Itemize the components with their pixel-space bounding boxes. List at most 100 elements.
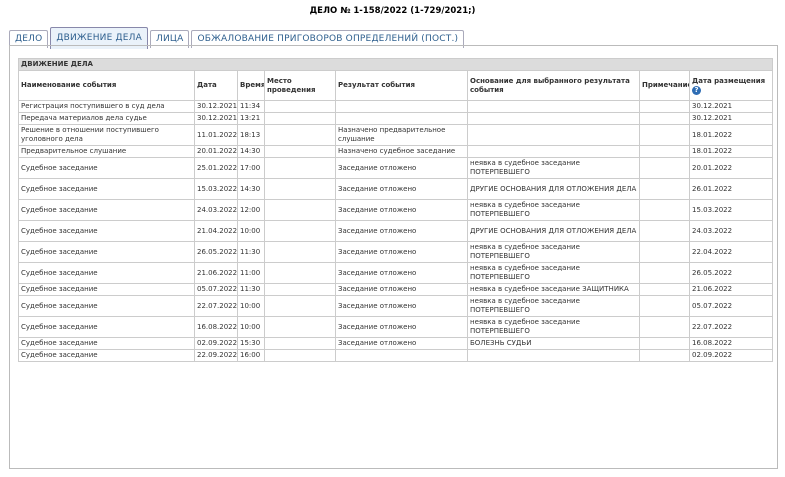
cell-place — [264, 100, 336, 113]
cell-event: Судебное заседание — [18, 349, 195, 362]
cell-event: Передача материалов дела судье — [18, 112, 195, 125]
cell-result: Заседание отложено — [335, 241, 468, 263]
table-row: Решение в отношении поступившего уголовн… — [18, 124, 774, 146]
cell-event: Регистрация поступившего в суд дела — [18, 100, 195, 113]
cell-place — [264, 112, 336, 125]
table-row: Передача материалов дела судье 30.12.2021… — [18, 112, 774, 125]
column-header-time: Время — [237, 70, 265, 101]
cell-place — [264, 124, 336, 146]
cell-date: 25.01.2022 — [194, 157, 238, 179]
cell-result: Заседание отложено — [335, 262, 468, 284]
cell-result — [335, 100, 468, 113]
posted-header-label: Дата размещения — [692, 76, 766, 85]
table-row: Судебное заседание 21.06.2022 11:00 Заседан… — [18, 262, 774, 284]
cell-time: 13:21 — [237, 112, 265, 125]
cell-date: 26.05.2022 — [194, 241, 238, 263]
cell-reason: неявка в судебное заседание ПОТЕРПЕВШЕГО — [467, 316, 640, 338]
cell-result: Заседание отложено — [335, 157, 468, 179]
cell-note — [639, 157, 690, 179]
cell-result: Заседание отложено — [335, 316, 468, 338]
cell-reason — [467, 349, 640, 362]
cell-date: 24.03.2022 — [194, 199, 238, 221]
case-title: ДЕЛО № 1-158/2022 (1-729/2021;) — [309, 6, 476, 16]
cell-note — [639, 220, 690, 242]
column-header-event: Наименование события — [18, 70, 195, 101]
cell-result: Заседание отложено — [335, 178, 468, 200]
cell-time: 15:30 — [237, 337, 265, 350]
cell-place — [264, 178, 336, 200]
cell-note — [639, 178, 690, 200]
cell-event: Судебное заседание — [18, 283, 195, 296]
table-row: Судебное заседание 02.09.2022 15:30 Заседан… — [18, 337, 774, 350]
cell-event: Решение в отношении поступившего уголовн… — [18, 124, 195, 146]
cell-time: 18:13 — [237, 124, 265, 146]
cell-date: 30.12.2021 — [194, 100, 238, 113]
cell-date: 15.03.2022 — [194, 178, 238, 200]
cell-note — [639, 283, 690, 296]
cell-posted: 05.07.2022 — [688, 295, 774, 317]
cell-place — [264, 316, 336, 338]
cell-place — [264, 349, 336, 362]
cell-date: 30.12.2021 — [194, 112, 238, 125]
cell-posted: 20.01.2022 — [688, 157, 774, 179]
cell-reason: неявка в судебное заседание ПОТЕРПЕВШЕГО — [467, 295, 640, 317]
cell-place — [264, 241, 336, 263]
case-movement-table: ДВИЖЕНИЕ ДЕЛА Наименование события Дата … — [17, 58, 774, 362]
table-row: Судебное заседание 16.08.2022 10:00 Заседан… — [18, 316, 774, 338]
column-header-result: Результат события — [335, 70, 468, 101]
cell-note — [639, 145, 690, 158]
cell-time: 17:00 — [237, 157, 265, 179]
cell-reason: неявка в судебное заседание ПОТЕРПЕВШЕГО — [467, 241, 640, 263]
table-row: Судебное заседание 21.04.2022 10:00 Заседан… — [18, 220, 774, 242]
cell-reason — [467, 145, 640, 158]
cell-reason: неявка в судебное заседание ПОТЕРПЕВШЕГО — [467, 157, 640, 179]
section-header-row: ДВИЖЕНИЕ ДЕЛА — [17, 58, 774, 71]
column-header-reason: Основание для выбранного результата собы… — [467, 70, 640, 101]
cell-event: Судебное заседание — [18, 316, 195, 338]
cell-posted: 30.12.2021 — [688, 112, 774, 125]
table-row: Судебное заседание 05.07.2022 11:30 Заседан… — [18, 283, 774, 296]
case-movement-panel: ДВИЖЕНИЕ ДЕЛА Наименование события Дата … — [9, 45, 778, 469]
cell-posted: 26.01.2022 — [688, 178, 774, 200]
cell-event: Судебное заседание — [18, 220, 195, 242]
cell-time: 11:30 — [237, 241, 265, 263]
cell-date: 16.08.2022 — [194, 316, 238, 338]
column-header-posted: Дата размещения? — [688, 70, 774, 101]
table-row: Судебное заседание 22.07.2022 10:00 Заседан… — [18, 295, 774, 317]
cell-date: 11.01.2022 — [194, 124, 238, 146]
cell-event: Судебное заседание — [18, 199, 195, 221]
cell-event: Судебное заседание — [18, 157, 195, 179]
cell-reason: ДРУГИЕ ОСНОВАНИЯ ДЛЯ ОТЛОЖЕНИЯ ДЕЛА — [467, 178, 640, 200]
cell-posted: 02.09.2022 — [688, 349, 774, 362]
cell-date: 21.04.2022 — [194, 220, 238, 242]
table-row: Судебное заседание 15.03.2022 14:30 Заседан… — [18, 178, 774, 200]
cell-date: 20.01.2022 — [194, 145, 238, 158]
cell-place — [264, 157, 336, 179]
cell-place — [264, 145, 336, 158]
column-header-row: Наименование события Дата Время Место пр… — [18, 70, 774, 101]
cell-note — [639, 262, 690, 284]
cell-result: Заседание отложено — [335, 220, 468, 242]
cell-posted: 16.08.2022 — [688, 337, 774, 350]
table-row: Судебное заседание 24.03.2022 12:00 Заседан… — [18, 199, 774, 221]
cell-time: 14:30 — [237, 178, 265, 200]
table-row: Предварительное слушание 20.01.2022 14:30 Н… — [18, 145, 774, 158]
cell-event: Судебное заседание — [18, 295, 195, 317]
cell-time: 14:30 — [237, 145, 265, 158]
cell-posted: 18.01.2022 — [688, 124, 774, 146]
cell-date: 05.07.2022 — [194, 283, 238, 296]
cell-reason: неявка в судебное заседание ЗАЩИТНИКА — [467, 283, 640, 296]
table-row: Судебное заседание 25.01.2022 17:00 Заседан… — [18, 157, 774, 179]
cell-reason — [467, 112, 640, 125]
question-icon[interactable]: ? — [692, 85, 701, 95]
cell-time: 11:30 — [237, 283, 265, 296]
column-header-place: Место проведения — [264, 70, 336, 101]
cell-reason: БОЛЕЗНЬ СУДЬИ — [467, 337, 640, 350]
cell-time: 10:00 — [237, 220, 265, 242]
cell-time: 12:00 — [237, 199, 265, 221]
cell-note — [639, 112, 690, 125]
cell-result: Заседание отложено — [335, 199, 468, 221]
cell-reason: неявка в судебное заседание ПОТЕРПЕВШЕГО — [467, 199, 640, 221]
cell-result: Назначено судебное заседание — [335, 145, 468, 158]
cell-reason: ДРУГИЕ ОСНОВАНИЯ ДЛЯ ОТЛОЖЕНИЯ ДЕЛА — [467, 220, 640, 242]
